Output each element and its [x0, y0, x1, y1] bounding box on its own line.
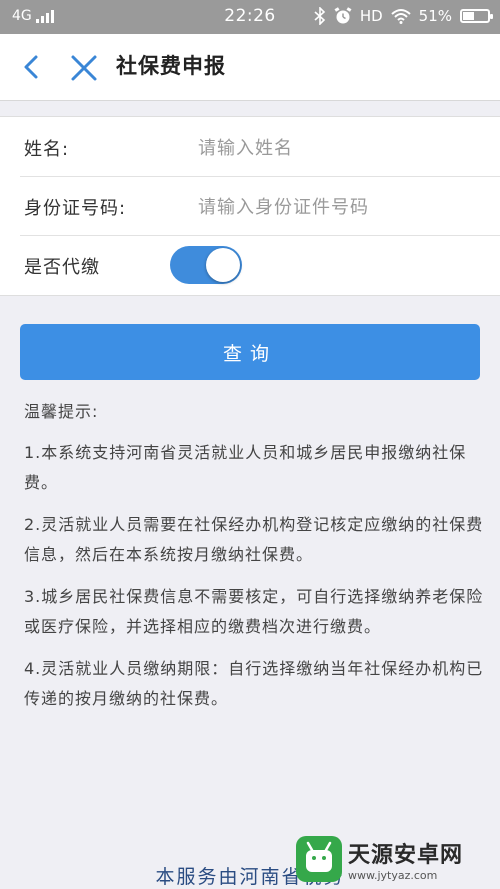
name-label: 姓名:	[24, 139, 70, 160]
query-button[interactable]: 查询	[20, 324, 480, 380]
tip-item: 2.灵活就业人员需要在社保经办机构登记核定应缴纳的社保费信息，然后在本系统按月缴…	[24, 515, 484, 564]
alarm-icon	[334, 7, 352, 24]
watermark-logo-icon	[296, 836, 342, 882]
close-icon	[71, 55, 97, 81]
hd-indicator: HD	[359, 7, 383, 25]
bluetooth-icon	[314, 7, 325, 25]
tips-title: 温馨提示:	[24, 402, 99, 421]
watermark: 天源安卓网 www.jytyaz.com	[296, 833, 494, 885]
chevron-left-icon	[24, 55, 38, 79]
nav-bar: 社保费申报	[0, 34, 500, 101]
back-button[interactable]	[18, 50, 48, 84]
watermark-name: 天源安卓网	[348, 842, 464, 868]
name-row: 姓名:	[0, 117, 500, 176]
tip-item: 4.灵活就业人员缴纳期限：自行选择缴纳当年社保经办机构已传递的按月缴纳的社保费。	[24, 659, 484, 708]
tips-section: 温馨提示: 1.本系统支持河南省灵活就业人员和城乡居民申报缴纳社保费。 2.灵活…	[24, 398, 486, 726]
wifi-icon	[390, 9, 411, 24]
page-title: 社保费申报	[116, 54, 226, 78]
proxy-pay-row: 是否代缴	[0, 235, 500, 294]
tip-item: 3.城乡居民社保费信息不需要核定，可自行选择缴纳养老保险或医疗保险，并选择相应的…	[24, 587, 484, 636]
tip-item: 1.本系统支持河南省灵活就业人员和城乡居民申报缴纳社保费。	[24, 443, 467, 492]
watermark-url: www.jytyaz.com	[348, 868, 438, 882]
proxy-pay-toggle[interactable]	[170, 246, 242, 284]
proxy-pay-label: 是否代缴	[24, 257, 100, 278]
battery-fill	[463, 12, 475, 20]
name-input[interactable]	[196, 129, 490, 167]
id-number-label: 身份证号码:	[24, 198, 127, 219]
battery-percent: 51%	[418, 7, 452, 25]
declaration-form: 姓名: 身份证号码: 是否代缴	[0, 116, 500, 296]
battery-icon	[460, 9, 493, 23]
status-icons: HD 51%	[314, 7, 493, 25]
toggle-knob	[206, 248, 240, 282]
status-bar: 4G 22:26 HD 51%	[0, 0, 500, 34]
id-number-input[interactable]	[196, 188, 490, 226]
close-button[interactable]	[68, 50, 100, 84]
id-number-row: 身份证号码:	[0, 176, 500, 235]
